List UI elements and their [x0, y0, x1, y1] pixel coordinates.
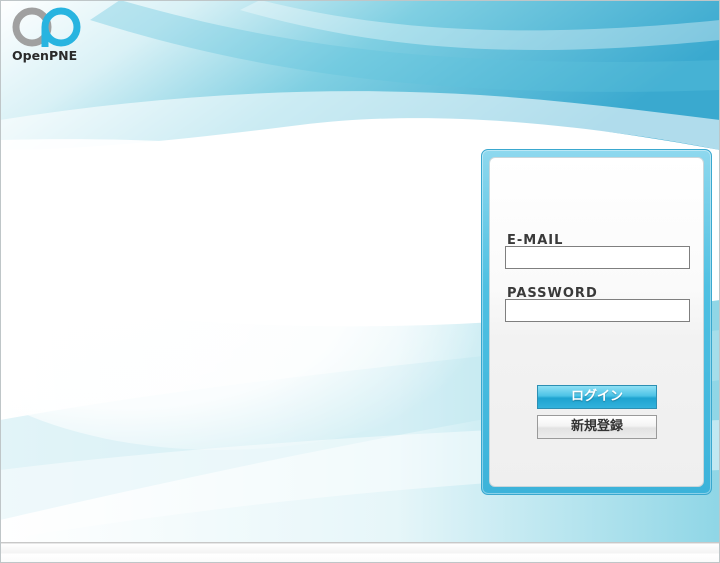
- login-form: E-MAIL PASSWORD ログイン 新規登録: [489, 157, 704, 487]
- logo-text: OpenPNE: [12, 48, 78, 63]
- email-field[interactable]: [505, 246, 690, 269]
- register-button[interactable]: 新規登録: [537, 415, 657, 439]
- login-button[interactable]: ログイン: [537, 385, 657, 409]
- logo-mark-icon: [12, 7, 81, 47]
- openpne-logo: OpenPNE: [12, 7, 86, 67]
- password-field[interactable]: [505, 299, 690, 322]
- footer-bar: [0, 542, 720, 563]
- login-panel: E-MAIL PASSWORD ログイン 新規登録: [481, 149, 712, 495]
- login-page: OpenPNE E-MAIL PASSWORD ログイン 新規登録: [0, 0, 720, 563]
